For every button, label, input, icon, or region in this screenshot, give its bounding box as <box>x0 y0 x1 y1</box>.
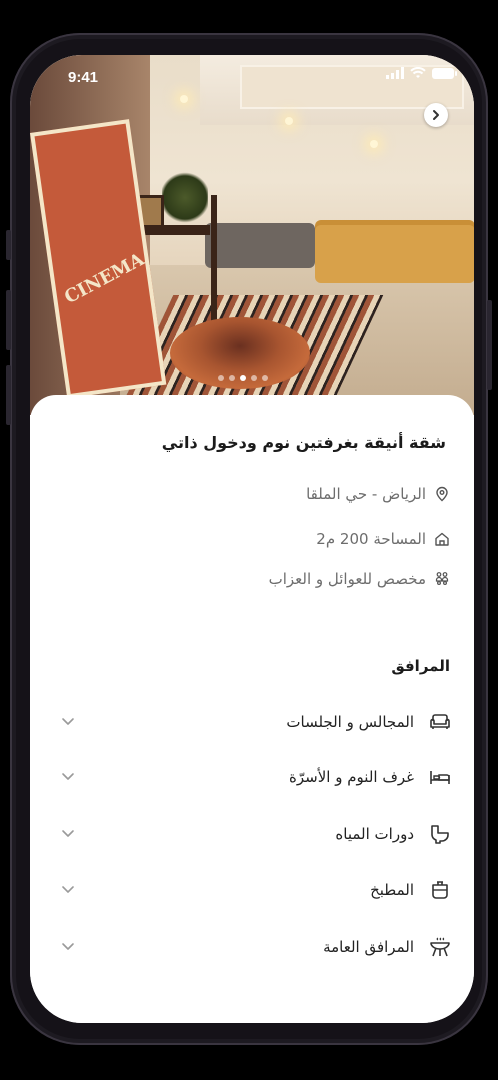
poster-artwork: CINEMA <box>61 248 148 309</box>
chevron-down-icon[interactable] <box>60 881 76 897</box>
amenity-item-seating[interactable]: المجالس و الجلسات <box>56 705 452 739</box>
photo-light <box>180 95 188 103</box>
amenity-item-bathrooms[interactable]: دورات المياه <box>56 817 452 851</box>
amenity-item-general[interactable]: المرافق العامة <box>56 930 452 964</box>
gallery-next-button[interactable] <box>424 103 448 127</box>
sofa-icon <box>430 714 450 729</box>
area-row: المساحة 200 م2 <box>316 530 450 548</box>
volume-up-button <box>6 290 11 350</box>
photo-bed <box>315 225 474 283</box>
location-pin-icon <box>436 486 448 502</box>
status-icons <box>386 67 457 79</box>
cellular-signal-icon <box>386 67 404 79</box>
chevron-right-icon <box>433 110 439 120</box>
power-button <box>487 300 492 390</box>
chevron-down-icon[interactable] <box>60 713 76 729</box>
gallery-dot[interactable] <box>240 375 246 381</box>
status-bar: 9:41 <box>30 61 474 91</box>
photo-light <box>285 117 293 125</box>
toilet-icon <box>431 825 449 844</box>
amenity-label: المرافق العامة <box>323 938 414 956</box>
wifi-icon <box>410 67 426 78</box>
kitchen-pot-icon <box>432 881 448 899</box>
grill-icon <box>430 937 450 957</box>
status-time: 9:41 <box>68 69 99 86</box>
volume-down-button <box>6 365 11 425</box>
gallery-pagination <box>218 375 268 381</box>
location-text: الرياض - حي الملقا <box>306 485 426 503</box>
chevron-down-icon[interactable] <box>60 938 76 954</box>
family-icon <box>435 572 449 586</box>
listing-photo[interactable]: CINEMA 9:41 <box>30 55 474 415</box>
amenities-title: المرافق <box>391 657 450 675</box>
gallery-dot[interactable] <box>218 375 224 381</box>
amenity-label: غرف النوم و الأسرّة <box>289 768 414 786</box>
photo-light <box>370 140 378 148</box>
gallery-dot[interactable] <box>262 375 268 381</box>
photo-sofa <box>205 223 315 268</box>
home-icon <box>435 532 449 546</box>
listing-title: شقة أنيقة بغرفتين نوم ودخول ذاتي <box>161 433 446 452</box>
app-screen: CINEMA 9:41 شقة أنيقة بغرفتين نوم ودخول … <box>30 55 474 1023</box>
amenity-item-bedrooms[interactable]: غرف النوم و الأسرّة <box>56 760 452 794</box>
amenity-label: المطبخ <box>370 881 414 899</box>
bed-icon <box>430 771 450 784</box>
amenity-label: المجالس و الجلسات <box>286 713 414 731</box>
area-text: المساحة 200 م2 <box>316 530 426 548</box>
listing-details-card: شقة أنيقة بغرفتين نوم ودخول ذاتي الرياض … <box>30 395 474 1023</box>
audience-row: مخصص للعوائل و العزاب <box>269 570 450 588</box>
chevron-down-icon[interactable] <box>60 768 76 784</box>
gallery-dot[interactable] <box>251 375 257 381</box>
gallery-dot[interactable] <box>229 375 235 381</box>
amenity-label: دورات المياه <box>335 825 414 843</box>
amenity-item-kitchen[interactable]: المطبخ <box>56 873 452 907</box>
chevron-down-icon[interactable] <box>60 825 76 841</box>
audience-text: مخصص للعوائل و العزاب <box>268 570 426 588</box>
mute-switch <box>6 230 11 260</box>
location-row: الرياض - حي الملقا <box>306 485 450 503</box>
battery-icon <box>432 67 457 79</box>
